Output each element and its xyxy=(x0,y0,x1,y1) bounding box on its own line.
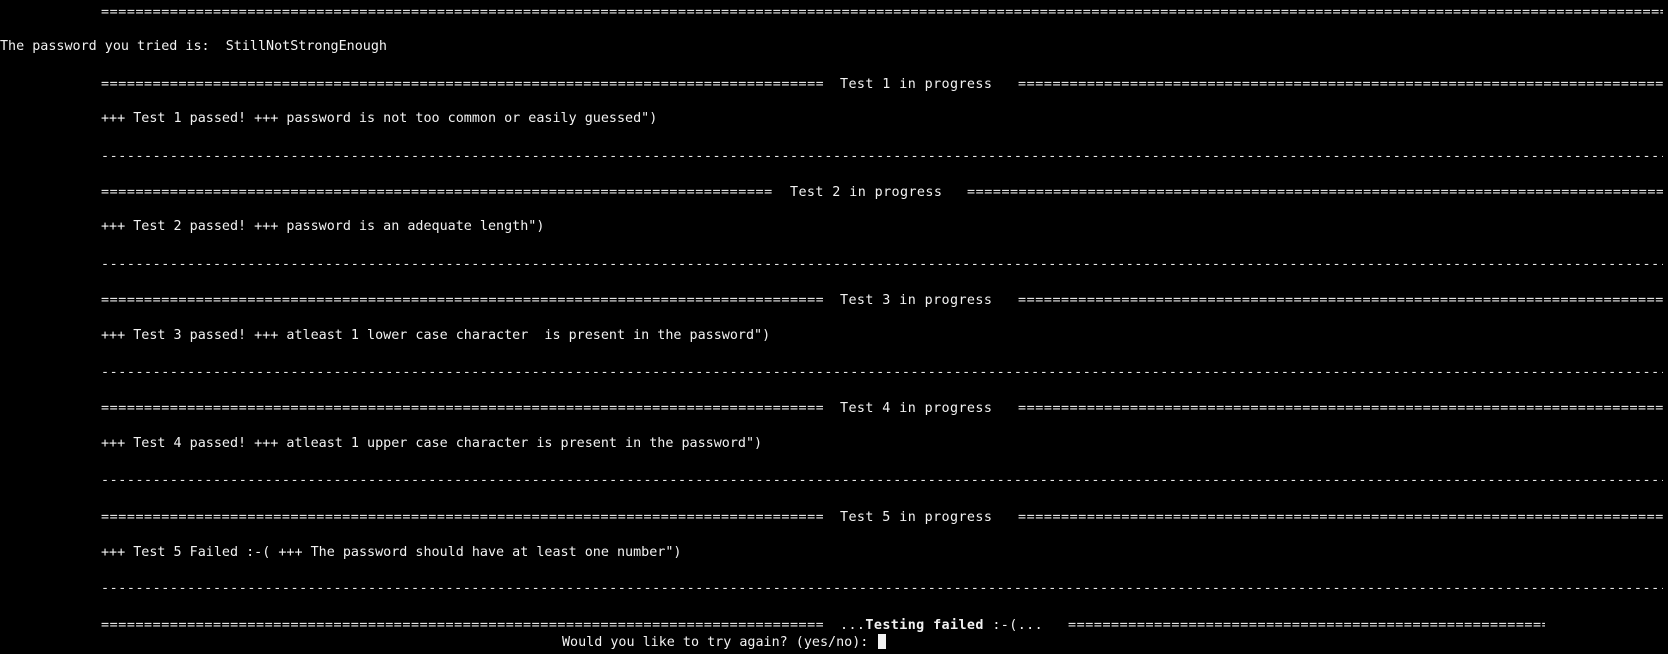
terminal-window[interactable]: ========================================… xyxy=(0,0,1668,654)
separator-rule: ========================================… xyxy=(1018,77,1663,92)
test-3-title: Test 3 in progress xyxy=(840,293,993,308)
test-2-title: Test 2 in progress xyxy=(790,185,943,200)
separator-rule: ========================================… xyxy=(101,618,823,633)
retry-prompt: Would you like to try again? (yes/no): xyxy=(562,634,887,652)
password-tried-line: The password you tried is: StillNotStron… xyxy=(0,39,387,54)
divider-rule: ----------------------------------------… xyxy=(101,581,1663,596)
final-status-prefix: ... xyxy=(840,618,866,633)
separator-rule: ========================================… xyxy=(1018,293,1663,308)
separator-rule: ========================================… xyxy=(1068,618,1545,633)
terminal-cursor[interactable] xyxy=(878,634,887,649)
divider-rule: ----------------------------------------… xyxy=(101,257,1663,272)
test-1-result: +++ Test 1 passed! +++ password is not t… xyxy=(101,111,658,126)
test-3-result: +++ Test 3 passed! +++ atleast 1 lower c… xyxy=(101,328,771,343)
test-4-header: ========================================… xyxy=(101,400,1663,418)
divider-rule: ----------------------------------------… xyxy=(101,473,1663,488)
test-1-title: Test 1 in progress xyxy=(840,77,993,92)
separator-rule: ========================================… xyxy=(101,185,772,200)
retry-prompt-text: Would you like to try again? (yes/no): xyxy=(562,635,877,650)
test-4-result: +++ Test 4 passed! +++ atleast 1 upper c… xyxy=(101,436,763,451)
test-2-header: ========================================… xyxy=(101,184,1663,202)
testing-failed-label: Testing failed xyxy=(865,618,984,633)
divider-rule: ----------------------------------------… xyxy=(101,365,1663,380)
test-3-header: ========================================… xyxy=(101,292,1663,310)
test-4-title: Test 4 in progress xyxy=(840,401,993,416)
test-1-header: ========================================… xyxy=(101,76,1663,94)
divider-rule: ----------------------------------------… xyxy=(101,149,1663,164)
separator-rule: ========================================… xyxy=(101,510,823,525)
separator-rule: ========================================… xyxy=(101,77,823,92)
test-2-result: +++ Test 2 passed! +++ password is an ad… xyxy=(101,219,545,234)
separator-rule: ========================================… xyxy=(101,401,823,416)
separator-rule: ========================================… xyxy=(1018,401,1663,416)
test-5-title: Test 5 in progress xyxy=(840,510,993,525)
test-5-header: ========================================… xyxy=(101,509,1663,527)
separator-rule: ========================================… xyxy=(967,185,1663,200)
final-status-text: ...Testing failed :-(... xyxy=(840,617,1043,635)
separator-rule: ========================================… xyxy=(1018,510,1663,525)
separator-rule: ========================================… xyxy=(101,5,1663,20)
separator-rule: ========================================… xyxy=(101,293,823,308)
final-status-suffix: :-(... xyxy=(983,618,1044,633)
final-status-header: ========================================… xyxy=(101,617,1663,635)
test-5-result: +++ Test 5 Failed :-( +++ The password s… xyxy=(101,545,682,560)
